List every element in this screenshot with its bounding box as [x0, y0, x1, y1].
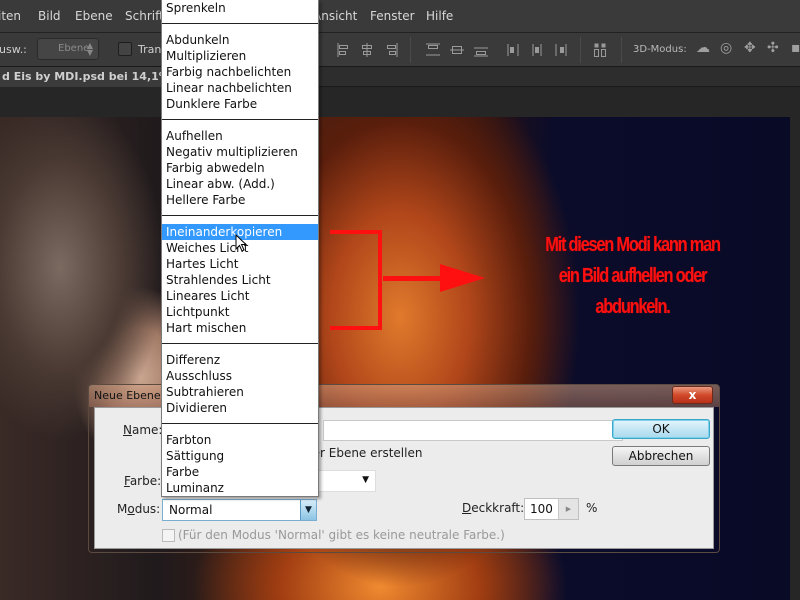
updown-arrow-icon: ▲ ▼ — [86, 41, 93, 57]
blend-mode-option[interactable]: Sprenkeln — [162, 0, 318, 16]
cancel-button[interactable]: Abbrechen — [612, 446, 710, 466]
close-button[interactable]: x — [672, 386, 713, 404]
mode-select-value: Normal — [169, 503, 213, 517]
annotation-arrow-head — [440, 264, 485, 292]
3d-scale-icon[interactable]: ▪ — [791, 40, 800, 56]
neutral-color-label: (Für den Modus 'Normal' gibt es keine ne… — [178, 528, 505, 542]
menu-bar: iten Bild Ebene Schrift Ansicht Fenster … — [0, 0, 800, 33]
blend-mode-option[interactable]: Lineares Licht — [162, 288, 318, 304]
annotation-line: Mit diesen Modi kann man — [545, 234, 721, 256]
chevron-down-icon[interactable]: ▼ — [300, 500, 316, 520]
annotation-text: Mit diesen Modi kann man ein Bild aufhel… — [520, 230, 746, 323]
blend-mode-option[interactable]: Subtrahieren — [162, 384, 318, 400]
mouse-cursor-icon — [235, 234, 248, 252]
blend-mode-option[interactable]: Hart mischen — [162, 320, 318, 336]
toolbar-separator — [580, 37, 581, 63]
distribute-left-icon[interactable] — [505, 42, 521, 58]
blend-mode-option[interactable]: Sättigung — [162, 448, 318, 464]
annotation-arrow-shaft — [383, 276, 443, 281]
blend-mode-option[interactable]: Aufhellen — [162, 128, 318, 144]
mode-label: Modus: — [117, 502, 161, 516]
3d-pan-icon[interactable]: ✥ — [744, 40, 756, 56]
3d-orbit-icon[interactable]: ☁ — [696, 40, 710, 56]
transform-controls-checkbox[interactable] — [118, 42, 132, 56]
menu-separator — [162, 119, 318, 120]
document-tab-bar: d Eis by MDI.psd bei 14,1% (Fa — [0, 67, 800, 87]
blend-mode-option[interactable]: Lichtpunkt — [162, 304, 318, 320]
align-top-edges-icon[interactable] — [425, 42, 441, 58]
opacity-input[interactable]: 100 ▶ — [524, 498, 579, 520]
align-left-edges-icon[interactable] — [336, 42, 352, 58]
blend-mode-option[interactable]: Hellere Farbe — [162, 192, 318, 208]
3d-mode-label: 3D-Modus: — [633, 44, 687, 55]
menu-separator — [162, 215, 318, 216]
opacity-unit: % — [586, 501, 598, 515]
annotation-line: abdunkeln. — [595, 296, 671, 318]
name-label: Name: — [123, 423, 163, 437]
blend-mode-option[interactable]: Hartes Licht — [162, 256, 318, 272]
options-bar: usw.: Ebene ▲ ▼ Trans 3D-Modus: ☁ ◎ ✥ ✣ ▪ — [0, 33, 800, 67]
blend-mode-option[interactable]: Differenz — [162, 352, 318, 368]
menu-ebene[interactable]: Ebene — [75, 9, 113, 23]
distribute-center-icon[interactable] — [529, 42, 545, 58]
opacity-label: Deckkraft: — [462, 501, 525, 515]
blend-mode-option[interactable]: Farbig nachbelichten — [162, 64, 318, 80]
blend-mode-option[interactable]: Ausschluss — [162, 368, 318, 384]
menu-schrift[interactable]: Schrift — [125, 9, 164, 23]
chevron-down-icon: ▼ — [362, 475, 369, 485]
menu-separator — [162, 343, 318, 344]
distribute-right-icon[interactable] — [553, 42, 569, 58]
blend-mode-option[interactable]: Abdunkeln — [162, 32, 318, 48]
blend-mode-option[interactable]: Strahlendes Licht — [162, 272, 318, 288]
align-bottom-edges-icon[interactable] — [473, 42, 489, 58]
name-input[interactable] — [323, 420, 623, 441]
3d-slide-icon[interactable]: ✣ — [767, 40, 779, 56]
align-vertical-centers-icon[interactable] — [449, 42, 465, 58]
align-horizontal-centers-icon[interactable] — [359, 42, 375, 58]
blend-mode-option[interactable]: Farbe — [162, 464, 318, 480]
menu-ansicht[interactable]: Ansicht — [313, 9, 357, 23]
blend-mode-option[interactable]: Negativ multiplizieren — [162, 144, 318, 160]
menu-fenster[interactable]: Fenster — [370, 9, 415, 23]
close-icon: x — [688, 388, 697, 402]
menu-bearbeiten[interactable]: iten — [0, 9, 21, 23]
color-label: Farbe: — [124, 474, 162, 488]
workspace-edge — [790, 117, 800, 600]
blend-mode-option[interactable]: Luminanz — [162, 480, 318, 496]
opacity-value: 100 — [530, 502, 553, 516]
ok-button[interactable]: OK — [612, 419, 710, 439]
opacity-stepper-arrow-icon[interactable]: ▶ — [558, 499, 578, 519]
3d-roll-icon[interactable]: ◎ — [720, 40, 732, 56]
annotation-bracket — [330, 230, 382, 330]
neutral-color-checkbox[interactable] — [162, 529, 175, 542]
blend-mode-option[interactable]: Dividieren — [162, 400, 318, 416]
mode-select[interactable]: Normal ▼ — [162, 499, 317, 521]
blend-mode-option[interactable]: Dunklere Farbe — [162, 96, 318, 112]
blend-mode-option[interactable]: Farbton — [162, 432, 318, 448]
blend-mode-option[interactable]: Linear nachbelichten — [162, 80, 318, 96]
photoshop-window: iten Bild Ebene Schrift Ansicht Fenster … — [0, 0, 800, 600]
blend-mode-option[interactable]: Linear abw. (Add.) — [162, 176, 318, 192]
auto-select-dropdown[interactable]: Ebene ▲ ▼ — [37, 38, 99, 60]
clipping-mask-label[interactable]: ger Ebene erstellen — [305, 446, 422, 460]
annotation-line: ein Bild aufhellen oder — [558, 265, 708, 287]
menu-hilfe[interactable]: Hilfe — [426, 9, 453, 23]
menu-separator — [162, 23, 318, 24]
toolbar-separator — [410, 37, 411, 63]
blend-mode-option[interactable]: Farbig abwedeln — [162, 160, 318, 176]
auto-select-value: Ebene — [58, 43, 90, 54]
menu-separator — [162, 423, 318, 424]
menu-bild[interactable]: Bild — [38, 9, 61, 23]
auto-select-label: usw.: — [0, 43, 27, 56]
dialog-title: Neue Ebene — [94, 389, 161, 402]
align-right-edges-icon[interactable] — [383, 42, 399, 58]
toolbar-separator — [621, 37, 622, 63]
blend-mode-option[interactable]: Multiplizieren — [162, 48, 318, 64]
auto-align-icon[interactable] — [592, 42, 608, 58]
